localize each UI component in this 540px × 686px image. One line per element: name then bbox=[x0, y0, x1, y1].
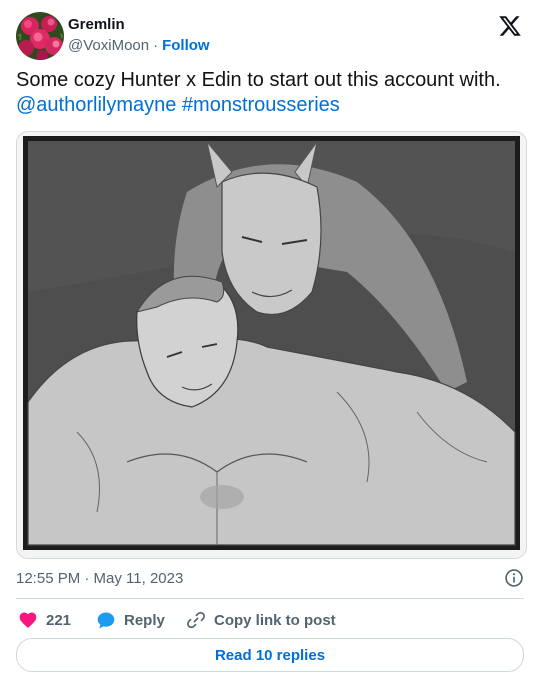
tweet-text: Some cozy Hunter x Edin to start out thi… bbox=[16, 68, 524, 118]
tweet-actions: 221 Reply Copy link to post bbox=[16, 608, 524, 632]
avatar[interactable] bbox=[16, 12, 64, 60]
tweet-media-image[interactable] bbox=[16, 131, 527, 559]
tweet-header: Gremlin @VoxiMoon · Follow bbox=[16, 12, 524, 60]
heart-icon bbox=[19, 612, 37, 628]
mention-link[interactable]: @authorlilymayne bbox=[16, 94, 176, 116]
author-handle-row: @VoxiMoon · Follow bbox=[68, 37, 210, 54]
read-replies-button[interactable]: Read 10 replies bbox=[16, 638, 524, 672]
like-button[interactable]: 221 bbox=[18, 608, 71, 632]
tweet-body: Some cozy Hunter x Edin to start out thi… bbox=[16, 69, 501, 91]
speech-bubble-icon bbox=[97, 612, 115, 629]
tweet-embed-card: Gremlin @VoxiMoon · Follow Some cozy Hunte… bbox=[0, 0, 540, 686]
tweet-meta: 12:55 PM · May 11, 2023 bbox=[16, 568, 524, 588]
reply-button[interactable]: Reply bbox=[96, 608, 165, 632]
separator-dot: · bbox=[153, 37, 159, 54]
timestamp[interactable]: 12:55 PM · May 11, 2023 bbox=[16, 570, 183, 587]
hashtag-link[interactable]: #monstrousseries bbox=[182, 94, 340, 116]
link-icon bbox=[187, 611, 205, 629]
reply-label: Reply bbox=[124, 611, 165, 629]
info-icon[interactable] bbox=[504, 568, 524, 588]
copy-link-label: Copy link to post bbox=[214, 611, 336, 629]
divider bbox=[16, 598, 524, 599]
author-name[interactable]: Gremlin bbox=[68, 16, 125, 33]
follow-link[interactable]: Follow bbox=[162, 37, 210, 54]
author-handle[interactable]: @VoxiMoon bbox=[68, 37, 149, 54]
x-logo-icon[interactable] bbox=[498, 14, 522, 38]
like-count: 221 bbox=[46, 611, 72, 629]
copy-link-button[interactable]: Copy link to post bbox=[186, 608, 336, 632]
